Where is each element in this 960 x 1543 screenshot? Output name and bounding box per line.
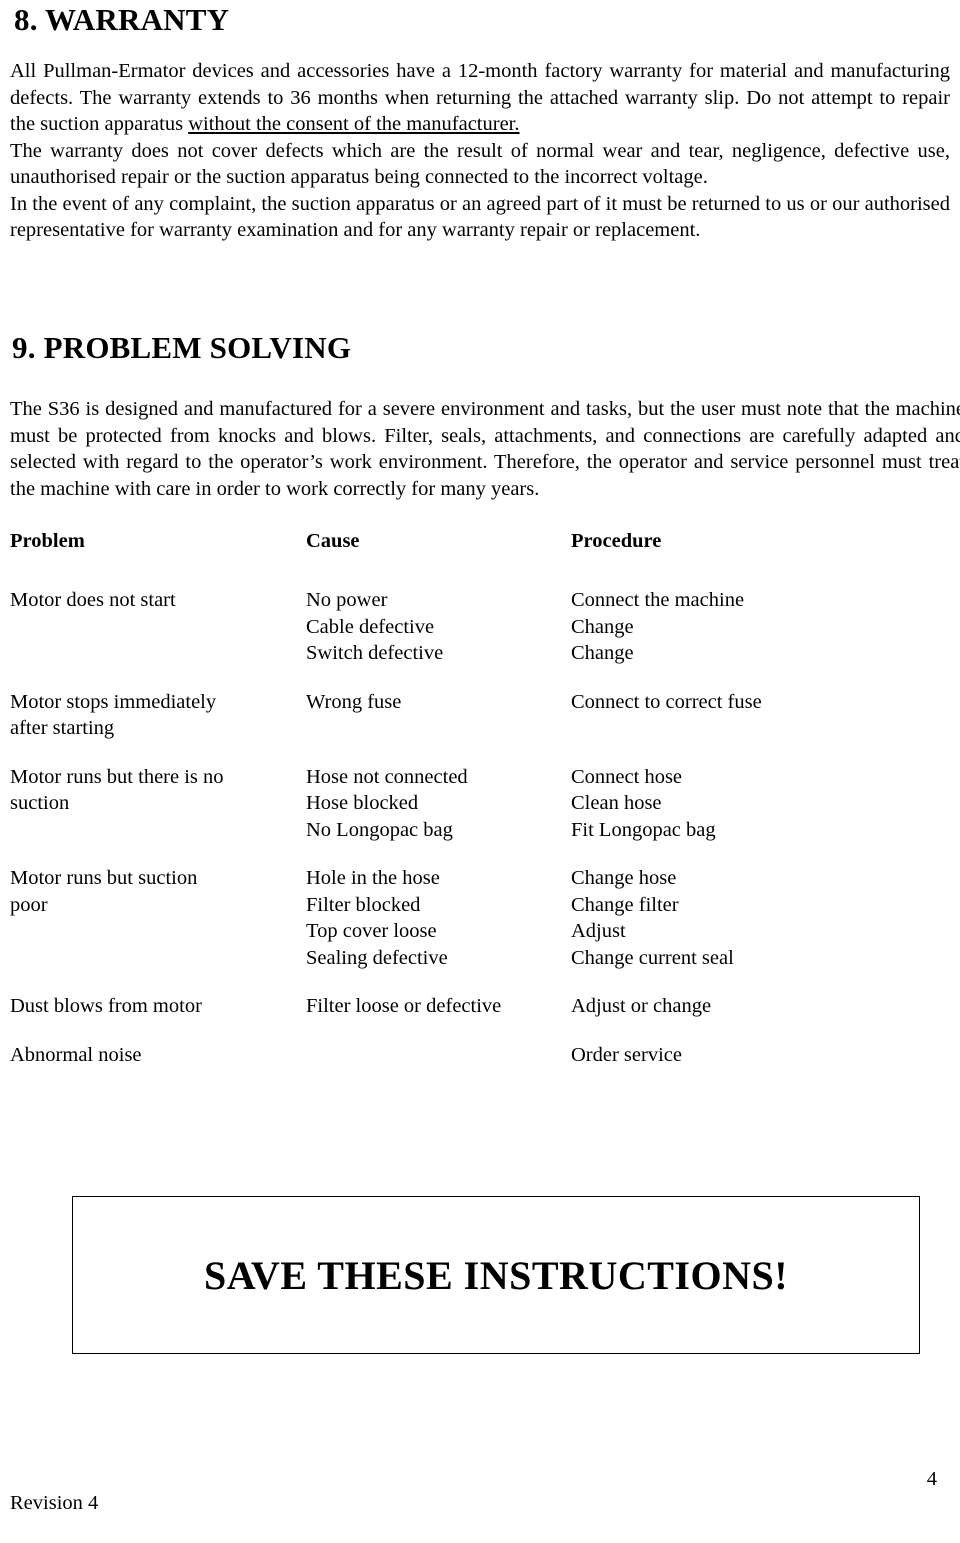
cell-line: Change current seal (571, 946, 734, 969)
warranty-paragraph-3: In the event of any complaint, the sucti… (10, 192, 950, 242)
table-row: Motor runs but suction poor Hole in the … (10, 843, 940, 971)
cell-line: after starting (10, 717, 115, 739)
save-instructions-text: SAVE THESE INSTRUCTIONS! (203, 1252, 789, 1298)
cell-line: No power (306, 589, 388, 611)
warranty-paragraph-2: The warranty does not cover defects whic… (10, 139, 950, 189)
cell-line: Hose blocked (306, 792, 419, 814)
section-8-body: All Pullman-Ermator devices and accessor… (10, 58, 950, 244)
cell-line: Hose not connected (306, 765, 468, 788)
section-9-body: The S36 is designed and manufactured for… (10, 396, 960, 502)
problem-solving-intro: The S36 is designed and manufactured for… (10, 398, 960, 500)
cell-line: poor (10, 893, 48, 916)
table-row: Motor stops immediately after starting W… (10, 667, 940, 742)
cell-line: Hole in the hose (306, 867, 440, 889)
cell-line: suction (10, 792, 70, 814)
cell-line: Motor does not start (10, 589, 176, 611)
cell-line: Change hose (571, 867, 677, 889)
cell-line: Adjust (571, 920, 626, 942)
cell-line: Filter blocked (306, 893, 421, 916)
column-header-cause: Cause (306, 530, 360, 552)
cell-cause: Filter loose or defective (306, 971, 571, 1020)
cell-line: Motor stops immediately (10, 690, 217, 713)
table-row: Motor runs but there is no suction Hose … (10, 742, 940, 844)
table-row: Dust blows from motor Filter loose or de… (10, 971, 940, 1020)
cell-line: Motor runs but suction (10, 867, 198, 889)
table-header-row: Problem Cause Procedure (10, 530, 940, 559)
cell-problem: Dust blows from motor (10, 971, 306, 1020)
cell-problem: Motor does not start (10, 559, 306, 667)
warranty-paragraph-1-underlined: without the consent of the manufacturer. (188, 113, 520, 135)
table-row: Motor does not start No power Cable defe… (10, 559, 940, 667)
cell-problem: Motor stops immediately after starting (10, 667, 306, 742)
cell-line: Abnormal noise (10, 1043, 142, 1066)
cell-procedure: Connect the machine Change Change (571, 559, 940, 667)
column-header-problem: Problem (10, 530, 85, 552)
cell-procedure: Connect hose Clean hose Fit Longopac bag (571, 742, 940, 844)
cell-line: Change (571, 642, 634, 664)
cell-line: Motor runs but there is no (10, 765, 224, 788)
cell-line: Change filter (571, 893, 679, 916)
save-instructions-box: SAVE THESE INSTRUCTIONS! (72, 1196, 920, 1354)
cell-line: Order service (571, 1043, 682, 1066)
cell-cause: Wrong fuse (306, 667, 571, 742)
cell-procedure: Change hose Change filter Adjust Change … (571, 843, 940, 971)
cell-line: Sealing defective (306, 946, 448, 969)
cell-line: Filter loose or defective (306, 995, 502, 1017)
cell-line: Wrong fuse (306, 690, 402, 713)
cell-line: Clean hose (571, 792, 662, 814)
cell-line: Change (571, 615, 634, 638)
warranty-paragraph-1: All Pullman-Ermator devices and accessor… (10, 58, 950, 138)
cell-line: Connect to correct fuse (571, 690, 762, 713)
cell-problem: Abnormal noise (10, 1020, 306, 1069)
cell-line: Top cover loose (306, 920, 437, 942)
cell-procedure: Order service (571, 1020, 940, 1069)
cell-problem: Motor runs but there is no suction (10, 742, 306, 844)
cell-cause (306, 1020, 571, 1069)
cell-line: Switch defective (306, 642, 444, 664)
revision-label: Revision 4 (10, 1492, 99, 1514)
table-body: Motor does not start No power Cable defe… (10, 559, 940, 1068)
table-row: Abnormal noise Order service (10, 1020, 940, 1069)
page-number: 4 (926, 1468, 937, 1490)
cell-cause: Hole in the hose Filter blocked Top cove… (306, 843, 571, 971)
cell-line: No Longopac bag (306, 818, 453, 841)
section-8-heading: 8. WARRANTY (14, 2, 230, 37)
section-9-heading: 9. PROBLEM SOLVING (12, 330, 352, 365)
cell-line: Adjust or change (571, 995, 712, 1017)
table-header: Problem Cause Procedure (10, 530, 940, 559)
document-page: 8. WARRANTY All Pullman-Ermator devices … (0, 0, 960, 1543)
cell-line: Dust blows from motor (10, 995, 202, 1017)
cell-line: Connect the machine (571, 589, 745, 611)
cell-problem: Motor runs but suction poor (10, 843, 306, 971)
cell-cause: No power Cable defective Switch defectiv… (306, 559, 571, 667)
column-header-procedure: Procedure (571, 530, 662, 552)
cell-procedure: Connect to correct fuse (571, 667, 940, 742)
cell-procedure: Adjust or change (571, 971, 940, 1020)
cell-cause: Hose not connected Hose blocked No Longo… (306, 742, 571, 844)
cell-line: Fit Longopac bag (571, 818, 716, 841)
cell-line: Connect hose (571, 765, 683, 788)
cell-line: Cable defective (306, 615, 435, 638)
problem-solving-table: Problem Cause Procedure Motor does not s… (10, 530, 940, 1068)
